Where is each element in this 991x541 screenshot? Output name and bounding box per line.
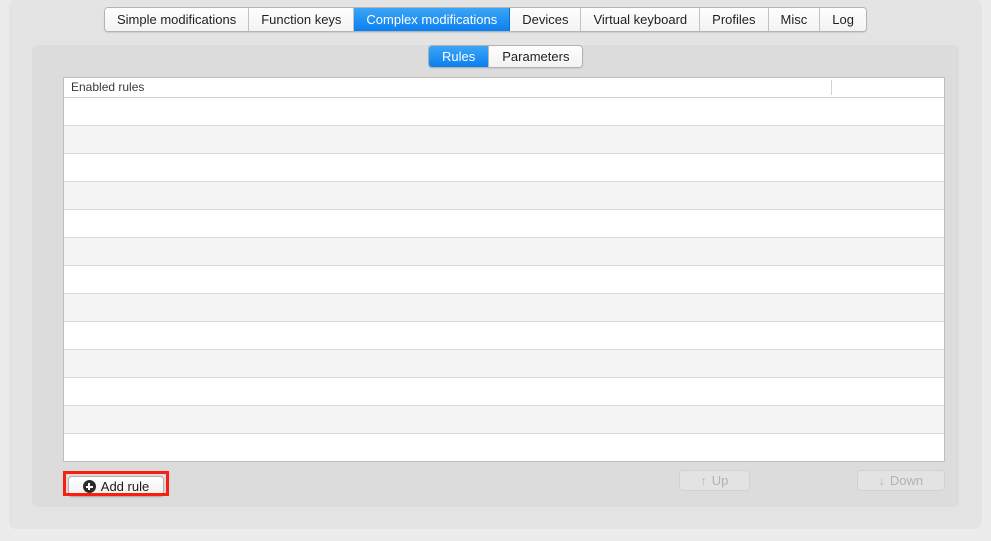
table-row[interactable]: [64, 434, 944, 461]
segment-rules[interactable]: Rules: [429, 46, 489, 67]
tab-profiles[interactable]: Profiles: [700, 8, 769, 31]
table-row[interactable]: [64, 98, 944, 126]
move-down-label: Down: [889, 473, 924, 488]
tab-misc[interactable]: Misc: [768, 8, 821, 31]
move-down-button[interactable]: ↓ Down: [857, 470, 945, 491]
move-up-button[interactable]: ↑ Up: [679, 470, 750, 491]
add-rule-label: Add rule: [100, 479, 150, 494]
table-row[interactable]: [64, 294, 944, 322]
add-rule-button[interactable]: Add rule: [68, 476, 164, 497]
tab-function-keys[interactable]: Function keys: [249, 8, 355, 31]
table-row[interactable]: [64, 378, 944, 406]
table-header-row: Enabled rules: [64, 78, 944, 98]
table-row[interactable]: [64, 210, 944, 238]
tab-log[interactable]: Log: [820, 8, 866, 31]
content-card: Rules Parameters Enabled rules Add rule ↑…: [32, 45, 959, 507]
segment-parameters[interactable]: Parameters: [488, 46, 583, 67]
tab-complex-modifications[interactable]: Complex modifications: [354, 8, 511, 31]
move-up-label: Up: [711, 473, 729, 488]
app-window: Simple modifications Function keys Complex…: [9, 0, 982, 529]
plus-circle-icon: [82, 480, 96, 493]
table-row[interactable]: [64, 406, 944, 434]
tab-devices[interactable]: Devices: [510, 8, 582, 31]
table-row[interactable]: [64, 266, 944, 294]
arrow-up-icon: ↑: [700, 473, 707, 488]
tab-simple-modifications[interactable]: Simple modifications: [105, 8, 250, 31]
table-row[interactable]: [64, 126, 944, 154]
view-segmented-control: Rules Parameters: [428, 45, 584, 68]
table-row[interactable]: [64, 182, 944, 210]
table-row[interactable]: [64, 238, 944, 266]
arrow-down-icon: ↓: [878, 473, 885, 488]
table-body: [64, 98, 944, 461]
table-row[interactable]: [64, 154, 944, 182]
main-tab-bar: Simple modifications Function keys Complex…: [104, 7, 867, 32]
column-header-enabled-rules[interactable]: Enabled rules: [71, 81, 144, 93]
column-divider[interactable]: [831, 80, 832, 95]
table-row[interactable]: [64, 350, 944, 378]
tab-virtual-keyboard[interactable]: Virtual keyboard: [581, 8, 701, 31]
enabled-rules-table[interactable]: Enabled rules: [63, 77, 945, 462]
table-row[interactable]: [64, 322, 944, 350]
